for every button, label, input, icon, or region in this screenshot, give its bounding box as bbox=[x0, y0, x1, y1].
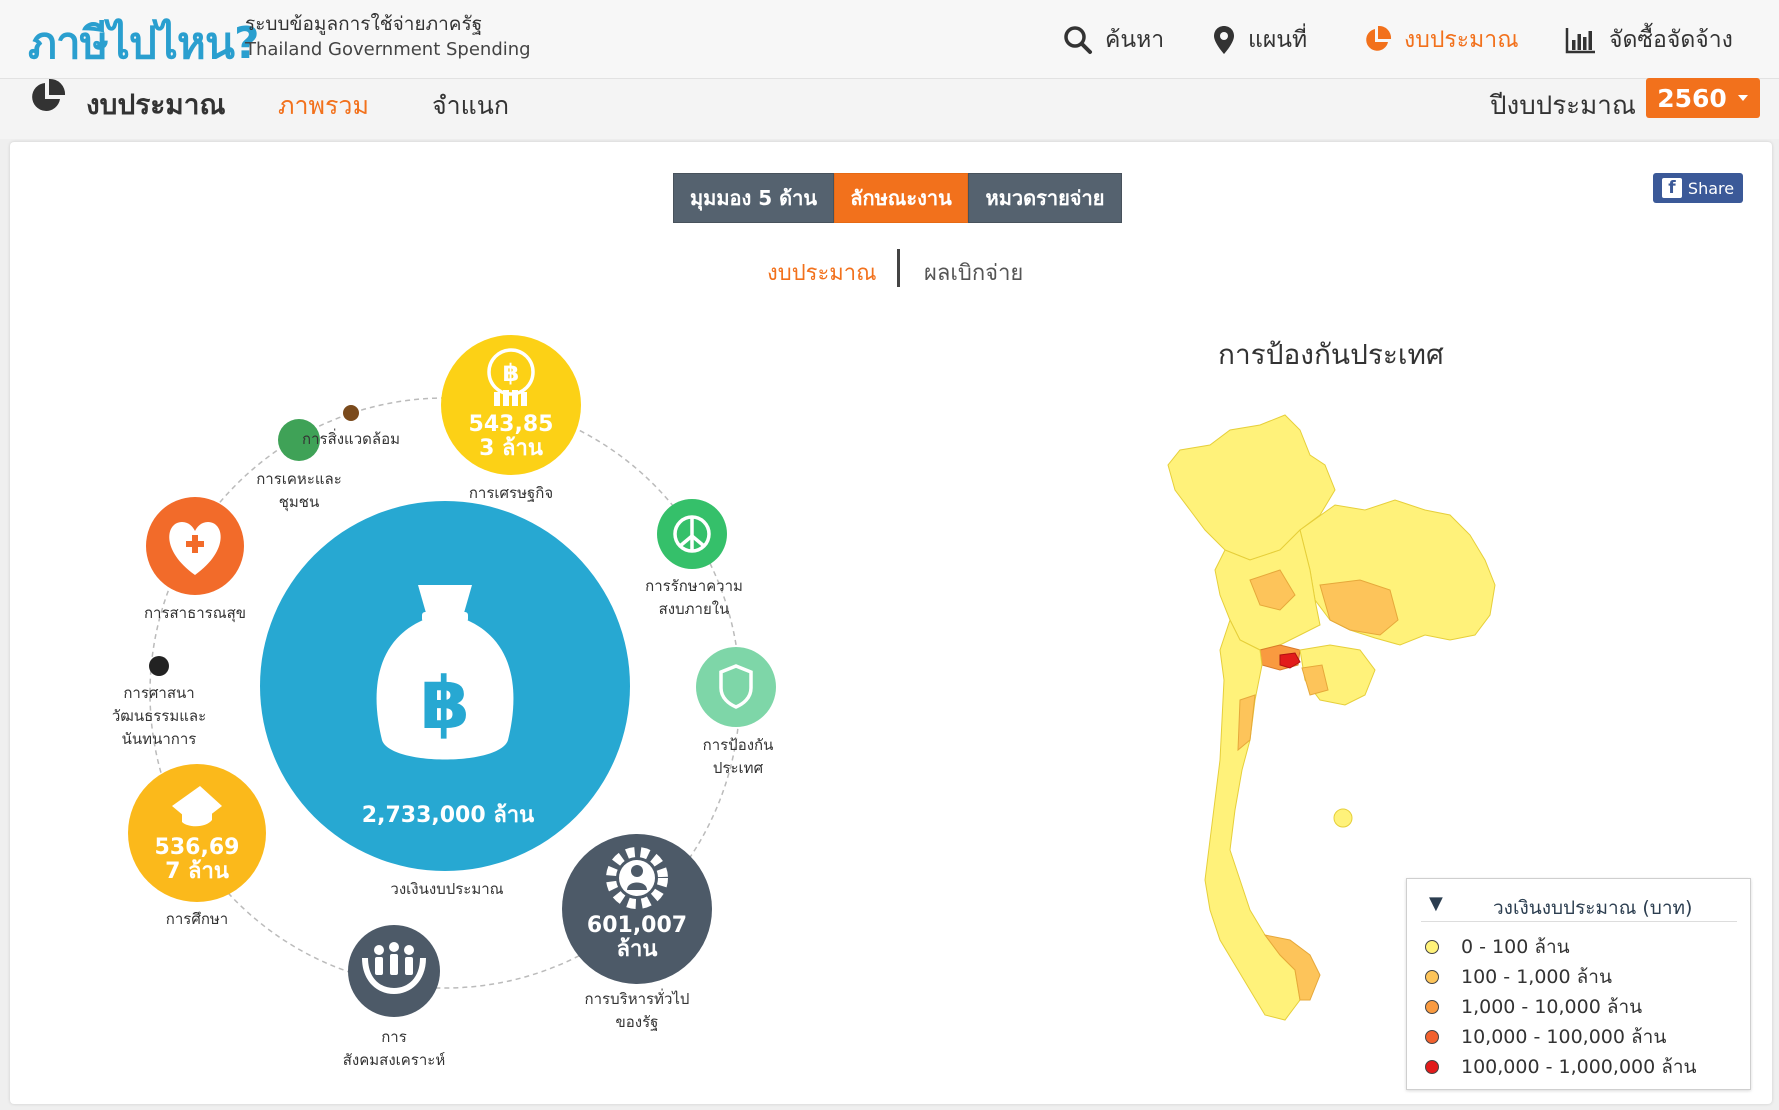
education-value: 536,69 7 ล้าน bbox=[155, 836, 240, 884]
legend-dot bbox=[1425, 970, 1439, 984]
security-label-line1: การรักษาความ bbox=[645, 577, 743, 595]
map-region-island[interactable] bbox=[1333, 808, 1353, 828]
security-label-line2: สงบภายใน bbox=[658, 600, 730, 618]
map-legend: ▼ วงเงินงบประมาณ (บาท) 0 - 100 ล้าน 100 … bbox=[1406, 878, 1751, 1090]
legend-item: 0 - 100 ล้าน bbox=[1425, 934, 1570, 960]
legend-dot bbox=[1425, 940, 1439, 954]
defense-bubble[interactable] bbox=[696, 647, 776, 727]
legend-dot bbox=[1425, 1000, 1439, 1014]
svg-text:฿: ฿ bbox=[503, 359, 520, 387]
housing-label-line1: การเคหะและ bbox=[256, 470, 342, 488]
map-title: การป้องกันประเทศ bbox=[1218, 338, 1444, 371]
baht-symbol: ฿ bbox=[420, 661, 470, 745]
legend-item: 10,000 - 100,000 ล้าน bbox=[1425, 1024, 1666, 1050]
religion-culture-bubble[interactable] bbox=[149, 656, 169, 676]
defense-label: การป้องกัน ประเทศ bbox=[703, 734, 774, 780]
education-value-line1: 536,69 bbox=[154, 835, 240, 860]
legend-item-label: 100 - 1,000 ล้าน bbox=[1461, 966, 1612, 988]
general-value-line2: ล้าน bbox=[616, 937, 658, 962]
collapse-triangle-icon[interactable]: ▼ bbox=[1429, 893, 1443, 914]
legend-item-label: 1,000 - 10,000 ล้าน bbox=[1461, 996, 1643, 1018]
map-region-northeast-mid[interactable] bbox=[1319, 579, 1399, 636]
education-label: การศึกษา bbox=[165, 910, 229, 928]
legend-item: 1,000 - 10,000 ล้าน bbox=[1425, 994, 1642, 1020]
economy-value: 543,85 3 ล้าน bbox=[469, 413, 554, 461]
legend-item: 100 - 1,000 ล้าน bbox=[1425, 964, 1612, 990]
legend-title: วงเงินงบประมาณ (บาท) bbox=[1493, 897, 1693, 919]
economy-label: การเศรษฐกิจ bbox=[468, 484, 554, 502]
internal-security-label: การรักษาความ สงบภายใน bbox=[645, 575, 743, 621]
social-label-line2: สังคมสงเคราะห์ bbox=[342, 1051, 446, 1069]
environment-bubble[interactable] bbox=[343, 405, 359, 421]
religion-label-line3: นันทนาการ bbox=[121, 730, 197, 748]
religion-label-line2: วัฒนธรรมและ bbox=[111, 707, 207, 725]
environment-label: การสิ่งแวดล้อม bbox=[302, 430, 400, 448]
social-label-line1: การ bbox=[381, 1028, 407, 1046]
legend-item: 100,000 - 1,000,000 ล้าน bbox=[1425, 1054, 1697, 1080]
defense-label-line1: การป้องกัน bbox=[702, 736, 774, 754]
legend-dot bbox=[1425, 1030, 1439, 1044]
defense-label-line2: ประเทศ bbox=[712, 759, 764, 777]
religion-culture-label: การศาสนา วัฒนธรรมและ นันทนาการ bbox=[112, 682, 206, 751]
economy-value-line1: 543,85 bbox=[468, 412, 554, 437]
legend-dot bbox=[1425, 1060, 1439, 1074]
housing-label-line2: ชุมชน bbox=[278, 493, 320, 511]
general-label-line1: การบริหารทั่วไป bbox=[584, 990, 690, 1008]
housing-community-label: การเคหะและ ชุมชน bbox=[256, 468, 342, 514]
religion-label-line1: การศาสนา bbox=[123, 684, 195, 702]
general-administration-value: 601,007 ล้าน bbox=[587, 914, 687, 962]
center-budget-label: วงเงินงบประมาณ bbox=[390, 880, 504, 898]
general-value-line1: 601,007 bbox=[586, 913, 688, 938]
economy-value-line2: 3 ล้าน bbox=[479, 436, 543, 461]
legend-item-label: 0 - 100 ล้าน bbox=[1461, 936, 1570, 958]
legend-item-label: 100,000 - 1,000,000 ล้าน bbox=[1461, 1056, 1697, 1078]
public-health-label: การสาธารณสุข bbox=[143, 604, 247, 622]
general-administration-label: การบริหารทั่วไป ของรัฐ bbox=[585, 988, 690, 1034]
legend-item-label: 10,000 - 100,000 ล้าน bbox=[1461, 1026, 1667, 1048]
legend-header[interactable]: ▼ วงเงินงบประมาณ (บาท) bbox=[1421, 889, 1737, 922]
social-welfare-label: การ สังคมสงเคราะห์ bbox=[343, 1026, 445, 1072]
education-value-line2: 7 ล้าน bbox=[165, 859, 229, 884]
general-label-line2: ของรัฐ bbox=[615, 1013, 659, 1031]
map-region-northeast[interactable] bbox=[1299, 499, 1496, 646]
center-budget-value: 2,733,000 ล้าน bbox=[361, 803, 535, 828]
